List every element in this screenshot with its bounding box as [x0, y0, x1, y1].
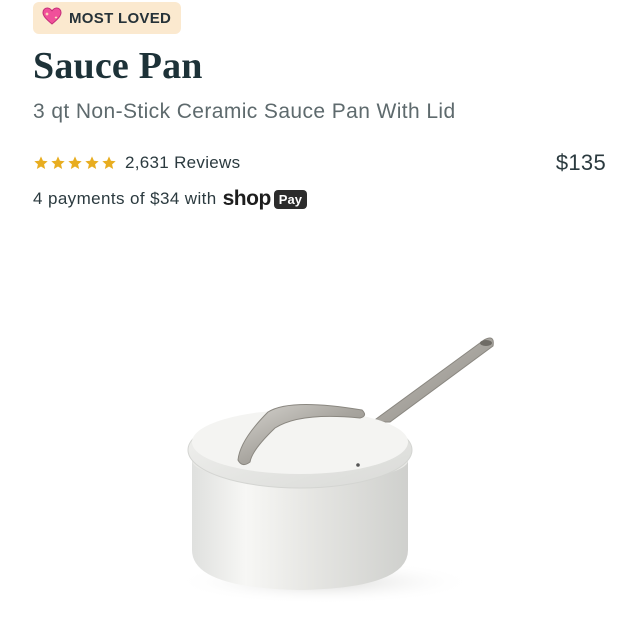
star-rating	[33, 155, 117, 171]
star-icon	[68, 156, 82, 169]
reviews-link[interactable]: 2,631 Reviews	[125, 153, 240, 173]
shop-pay-logo[interactable]: shop Pay	[223, 187, 307, 211]
installments-row[interactable]: 4 payments of $34 with shop Pay	[33, 187, 307, 211]
product-image[interactable]	[150, 320, 530, 620]
badge-label: MOST LOVED	[69, 9, 172, 27]
most-loved-badge: MOST LOVED	[33, 2, 182, 34]
sauce-pan-image	[175, 337, 494, 604]
rating-row[interactable]: 2,631 Reviews	[33, 153, 240, 173]
installments-text: 4 payments of $34 with	[33, 189, 217, 208]
star-icon	[102, 156, 116, 169]
sparkling-heart-icon	[41, 6, 63, 31]
star-icon	[51, 156, 65, 169]
star-icon	[34, 156, 48, 169]
product-title: Sauce Pan	[33, 45, 203, 87]
star-icon	[85, 156, 99, 169]
product-subtitle: 3 qt Non-Stick Ceramic Sauce Pan With Li…	[33, 100, 456, 123]
shop-pay-wordmark: shop	[222, 187, 272, 210]
shop-pay-badge: Pay	[273, 189, 307, 209]
product-price: $135	[555, 150, 606, 175]
